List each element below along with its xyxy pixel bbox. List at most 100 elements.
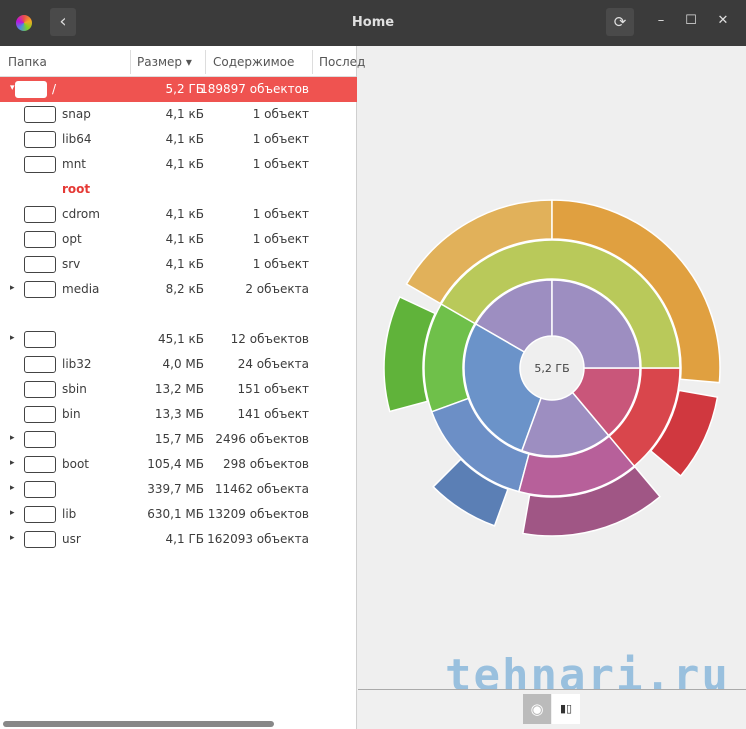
sunburst-chart[interactable]: 5,2 ГБ xyxy=(358,46,746,689)
folder-size: 5,2 ГБ xyxy=(165,82,204,96)
folder-size: 4,0 МБ xyxy=(162,357,204,371)
expander-icon[interactable]: ▸ xyxy=(10,483,15,493)
folder-icon xyxy=(24,356,56,373)
table-row[interactable]: ▾ / 5,2 ГБ 189897 объектов xyxy=(0,77,357,102)
chart-view-button[interactable]: ◉ xyxy=(523,694,551,724)
chart-area: 5,2 ГБ xyxy=(358,46,746,689)
folder-icon xyxy=(24,331,56,348)
folder-size: 13,2 МБ xyxy=(154,382,204,396)
folder-count: 1 объект xyxy=(252,232,309,246)
expander-icon[interactable]: ▾ xyxy=(10,83,15,93)
table-row[interactable]: snap 4,1 кБ 1 объект xyxy=(0,102,357,127)
folder-icon xyxy=(24,431,56,448)
folder-name: srv xyxy=(62,257,81,271)
refresh-button[interactable]: ⟳ xyxy=(606,8,634,36)
expander-icon[interactable]: ▸ xyxy=(10,433,15,443)
folder-icon xyxy=(24,231,56,248)
table-row[interactable]: lib32 4,0 МБ 24 объекта xyxy=(0,352,357,377)
column-headers: Папка Размер ▾ Содержимое Послед xyxy=(0,46,365,77)
folder-name: opt xyxy=(62,232,82,246)
folder-size: 45,1 кБ xyxy=(157,332,204,346)
table-row[interactable]: bin 13,3 МБ 141 объект xyxy=(0,402,357,427)
folder-size: 4,1 ГБ xyxy=(165,532,204,546)
folder-name: lib xyxy=(62,507,77,521)
folder-size: 4,1 кБ xyxy=(165,132,204,146)
folder-icon xyxy=(24,106,56,123)
folder-count: 1 объект xyxy=(252,257,309,271)
table-row[interactable]: srv 4,1 кБ 1 объект xyxy=(0,252,357,277)
folder-name: media xyxy=(62,282,100,296)
table-row[interactable]: root xyxy=(0,177,357,202)
folder-name: snap xyxy=(62,107,91,121)
treemap-view-button[interactable]: ▮▯ xyxy=(552,694,580,724)
folder-size: 339,7 МБ xyxy=(147,482,204,496)
folder-icon xyxy=(24,206,56,223)
folder-icon xyxy=(24,256,56,273)
folder-count: 1 объект xyxy=(252,207,309,221)
folder-name: cdrom xyxy=(62,207,100,221)
expander-icon[interactable]: ▸ xyxy=(10,333,15,343)
folder-name: lib64 xyxy=(62,132,92,146)
folder-icon xyxy=(24,531,56,548)
table-row[interactable]: mnt 4,1 кБ 1 объект xyxy=(0,152,357,177)
expander-icon[interactable]: ▸ xyxy=(10,283,15,293)
view-switcher: ◉ ▮▯ xyxy=(358,689,746,729)
folder-name: mnt xyxy=(62,157,86,171)
table-row[interactable]: ▸ boot 105,4 МБ 298 объектов xyxy=(0,452,357,477)
folder-count: 11462 объекта xyxy=(214,482,309,496)
folder-icon xyxy=(24,281,56,298)
folder-name: usr xyxy=(62,532,81,546)
folder-icon xyxy=(24,481,56,498)
folder-size: 4,1 кБ xyxy=(165,107,204,121)
table-row[interactable] xyxy=(0,302,357,327)
column-size[interactable]: Размер ▾ xyxy=(137,55,192,69)
folder-count: 141 объект xyxy=(237,407,309,421)
folder-icon xyxy=(15,81,47,98)
column-contents[interactable]: Содержимое xyxy=(213,55,294,69)
table-row[interactable]: ▸ media 8,2 кБ 2 объекта xyxy=(0,277,357,302)
folder-icon xyxy=(24,456,56,473)
folder-count: 24 объекта xyxy=(237,357,309,371)
folder-name: boot xyxy=(62,457,90,471)
folder-count: 2496 объектов xyxy=(215,432,309,446)
table-row[interactable]: ▸ usr 4,1 ГБ 162093 объекта xyxy=(0,527,357,552)
folder-count: 151 объект xyxy=(237,382,309,396)
expander-icon[interactable]: ▸ xyxy=(10,458,15,468)
minimize-button[interactable]: – xyxy=(652,13,670,28)
horizontal-scrollbar[interactable] xyxy=(3,721,274,727)
folder-name: bin xyxy=(62,407,81,421)
expander-icon[interactable]: ▸ xyxy=(10,533,15,543)
folder-size: 8,2 кБ xyxy=(165,282,204,296)
close-button[interactable]: ✕ xyxy=(714,13,732,28)
table-row[interactable]: ▸ 45,1 кБ 12 объектов xyxy=(0,327,357,352)
folder-count: 298 объектов xyxy=(223,457,309,471)
folder-size: 4,1 кБ xyxy=(165,232,204,246)
folder-icon xyxy=(24,381,56,398)
folder-count: 13209 объектов xyxy=(207,507,309,521)
table-row[interactable]: ▸ lib 630,1 МБ 13209 объектов xyxy=(0,502,357,527)
folder-count: 1 объект xyxy=(252,107,309,121)
column-folder[interactable]: Папка xyxy=(8,55,47,69)
table-row[interactable]: ▸ 15,7 МБ 2496 объектов xyxy=(0,427,357,452)
table-row[interactable]: opt 4,1 кБ 1 объект xyxy=(0,227,357,252)
folder-icon xyxy=(24,156,56,173)
table-row[interactable]: sbin 13,2 МБ 151 объект xyxy=(0,377,357,402)
folder-icon xyxy=(24,131,56,148)
folder-icon xyxy=(24,406,56,423)
folder-count: 162093 объекта xyxy=(207,532,309,546)
table-row[interactable]: cdrom 4,1 кБ 1 объект xyxy=(0,202,357,227)
folder-count: 189897 объектов xyxy=(200,82,309,96)
expander-icon[interactable]: ▸ xyxy=(10,508,15,518)
folder-name: lib32 xyxy=(62,357,92,371)
folder-icon xyxy=(24,506,56,523)
folder-name: root xyxy=(62,182,91,196)
folder-tree: Папка Размер ▾ Содержимое Послед ▾ / 5,2 Г… xyxy=(0,46,365,729)
maximize-button[interactable]: ☐ xyxy=(682,13,700,28)
folder-size: 105,4 МБ xyxy=(147,457,204,471)
folder-count: 1 объект xyxy=(252,132,309,146)
center-label: 5,2 ГБ xyxy=(534,362,569,375)
folder-name: sbin xyxy=(62,382,87,396)
table-row[interactable]: ▸ 339,7 МБ 11462 объекта xyxy=(0,477,357,502)
table-row[interactable]: lib64 4,1 кБ 1 объект xyxy=(0,127,357,152)
folder-count: 2 объекта xyxy=(245,282,309,296)
